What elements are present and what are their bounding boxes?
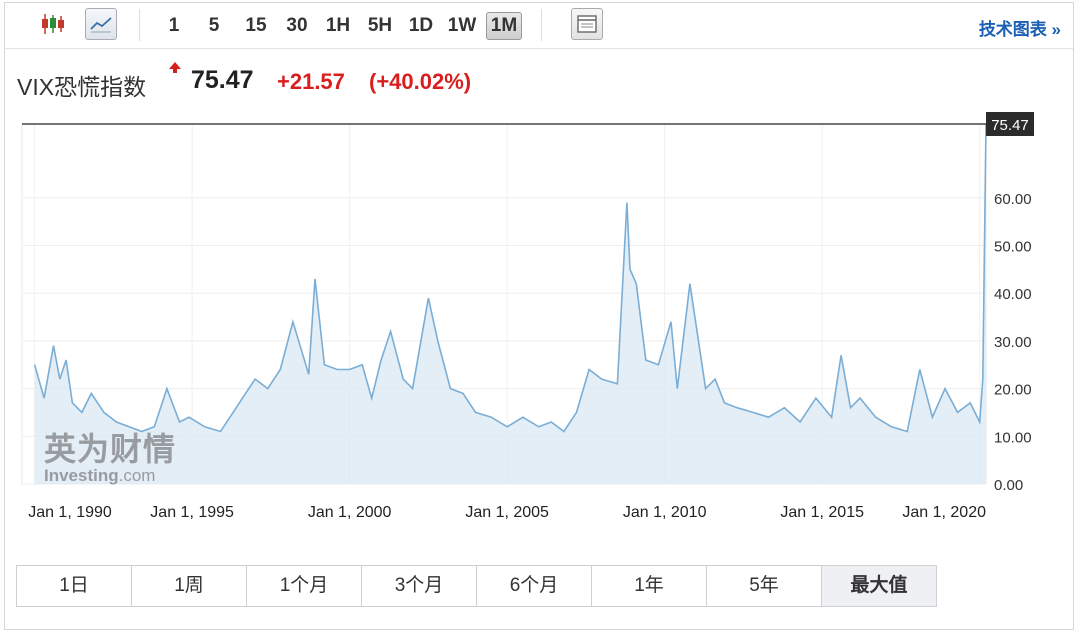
period-6m[interactable]: 6个月 xyxy=(476,565,592,607)
y-tick-label: 40.00 xyxy=(994,286,1032,303)
period-3m[interactable]: 3个月 xyxy=(361,565,477,607)
last-value-label: 75.47 xyxy=(991,117,1029,134)
y-tick-label: 20.00 xyxy=(994,382,1032,399)
x-tick-label: Jan 1, 2005 xyxy=(465,504,549,521)
period-1m[interactable]: 1个月 xyxy=(246,565,362,607)
x-tick-label: Jan 1, 1990 xyxy=(28,504,112,521)
period-5y[interactable]: 5年 xyxy=(706,565,822,607)
watermark-cn: 英为财情 xyxy=(44,431,177,467)
x-tick-label: Jan 1, 2015 xyxy=(780,504,864,521)
period-1w[interactable]: 1周 xyxy=(131,565,247,607)
period-1d[interactable]: 1日 xyxy=(16,565,132,607)
investing-watermark: 英为财情 Investing.com xyxy=(44,424,176,486)
watermark-en-name: Investing xyxy=(44,466,119,485)
y-tick-label: 60.00 xyxy=(994,191,1032,208)
watermark-en-suffix: .com xyxy=(118,466,156,485)
period-max[interactable]: 最大值 xyxy=(821,565,937,607)
y-tick-label: 0.00 xyxy=(994,477,1023,494)
x-tick-label: Jan 1, 2020 xyxy=(902,504,986,521)
y-tick-label: 50.00 xyxy=(994,238,1032,255)
period-1y[interactable]: 1年 xyxy=(591,565,707,607)
y-tick-label: 10.00 xyxy=(994,429,1032,446)
y-tick-label: 30.00 xyxy=(994,334,1032,351)
x-tick-label: Jan 1, 2000 xyxy=(308,504,392,521)
x-tick-label: Jan 1, 2010 xyxy=(623,504,707,521)
x-tick-label: Jan 1, 1995 xyxy=(150,504,234,521)
period-selector: 1日 1周 1个月 3个月 6个月 1年 5年 最大值 xyxy=(16,565,937,607)
